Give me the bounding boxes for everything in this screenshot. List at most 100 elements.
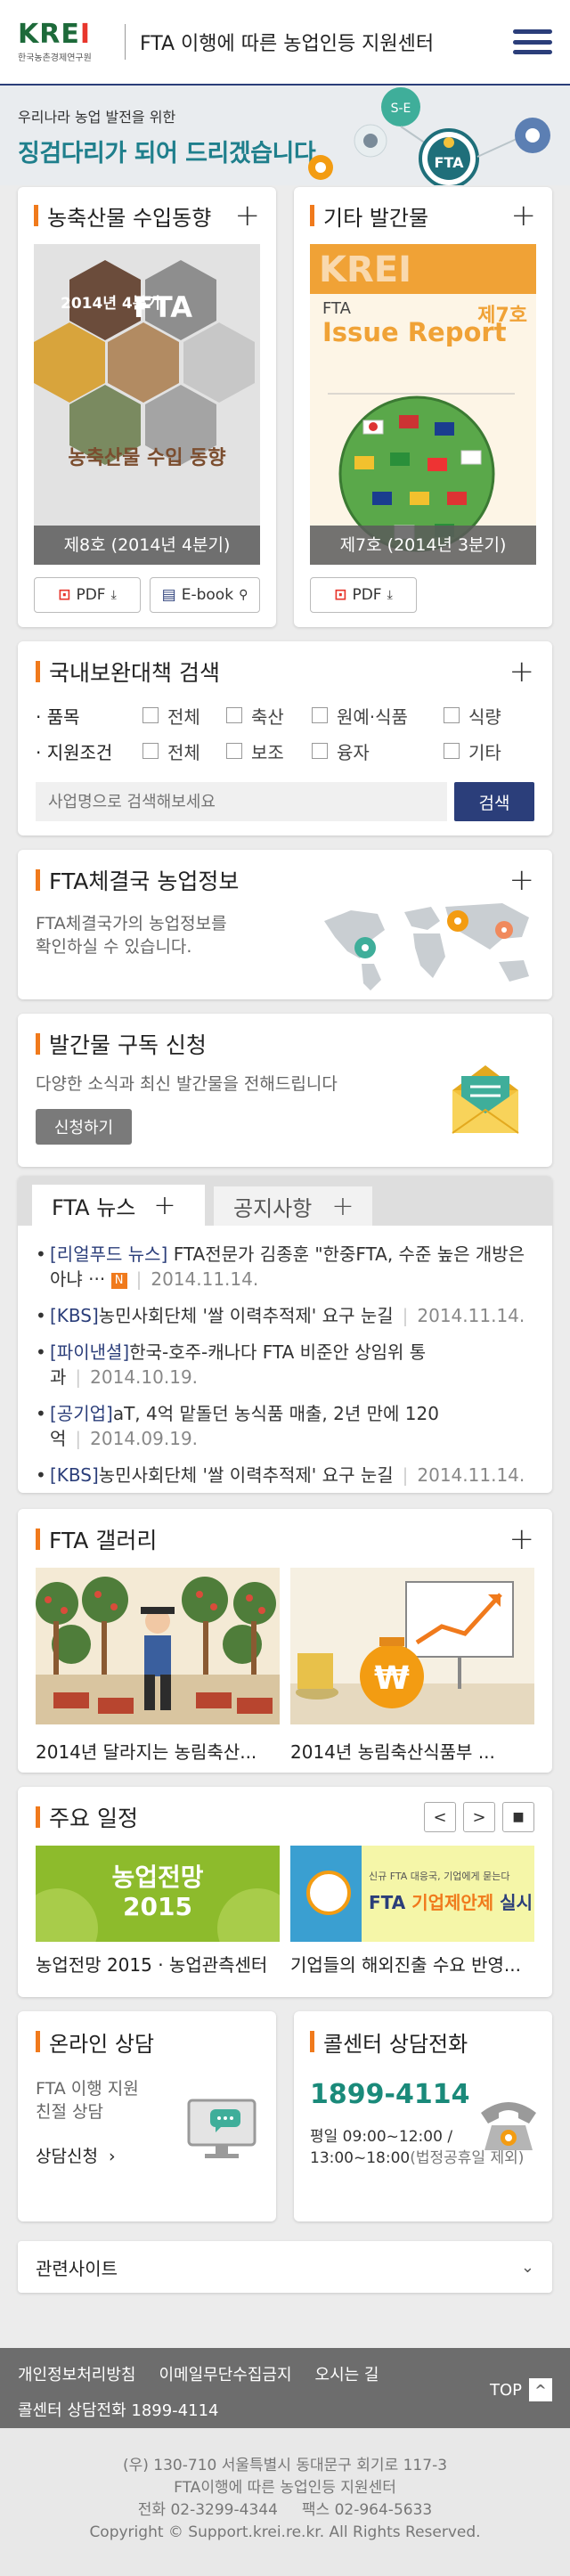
gallery-item[interactable]: 2014년 달라지는 농림축산...: [36, 1568, 280, 1764]
envelope-icon: [452, 1065, 519, 1134]
tab-fta-news[interactable]: FTA 뉴스 +: [32, 1185, 205, 1226]
checkbox[interactable]: [142, 743, 159, 759]
condition-option-subsidy[interactable]: 보조: [226, 738, 312, 764]
schedule-item[interactable]: 농업전망 2015 농업전망 2015 · 농업관측센터: [36, 1846, 280, 1977]
telephone-icon: [481, 2102, 536, 2150]
checkbox[interactable]: [312, 707, 328, 723]
download-icon: ⤓: [110, 588, 117, 602]
cover-issue-report: Issue Report: [322, 317, 507, 347]
news-item[interactable]: [리얼푸드 뉴스] FTA전문가 김종훈 "한중FTA, 수준 높은 개방은 아…: [36, 1242, 534, 1292]
footer-info: (우) 130-710 서울특별시 동대문구 회기로 117-3 FTA이행에 …: [0, 2428, 570, 2576]
arrow-up-icon: ^: [529, 2378, 552, 2401]
monitor-chat-icon: [187, 2099, 256, 2158]
checkbox[interactable]: [226, 743, 242, 759]
new-badge: N: [110, 1272, 127, 1289]
checkbox[interactable]: [444, 707, 460, 723]
related-sites-dropdown[interactable]: 관련사이트 ⌄: [18, 2241, 552, 2293]
pdf-download-button[interactable]: ⊡ PDF ⤓: [34, 577, 141, 613]
plus-icon[interactable]: +: [509, 865, 535, 895]
pdf-download-button[interactable]: ⊡ PDF ⤓: [310, 577, 417, 613]
hamburger-menu-icon[interactable]: [513, 26, 552, 58]
publications-card: 기타 발간물 + KREI 제7호 FTA Issue Report 제7호 (…: [294, 187, 552, 627]
privacy-policy-link[interactable]: 개인정보처리방침: [18, 2362, 135, 2385]
schedule-item[interactable]: 신규 FTA 대응국, 기업에게 묻는다 FTA 기업제안제 실시 기업들의 해…: [290, 1846, 534, 1977]
condition-filter-label: · 지원조건: [36, 741, 113, 763]
schedule-card: 주요 일정 < > ■ 농업전망 2015 농업전망 2015 · 농업관측센터: [18, 1787, 552, 1997]
plus-icon[interactable]: +: [235, 200, 261, 231]
condition-option-etc[interactable]: 기타: [444, 738, 501, 764]
condition-option-all[interactable]: 전체: [142, 738, 226, 764]
news-item[interactable]: [파이낸셜]한국-호주-캐나다 FTA 비준안 상임위 통과|2014.10.1…: [36, 1340, 534, 1390]
hero-decoration-icons: S-E FTA: [308, 87, 550, 185]
site-title: FTA 이행에 따른 농업인등 지원센터: [140, 33, 435, 55]
cover-fta: FTA: [322, 299, 351, 318]
plus-icon[interactable]: +: [509, 656, 535, 687]
chevron-down-icon: ⌄: [520, 2257, 534, 2277]
checkbox[interactable]: [142, 707, 159, 723]
fta-info-title: FTA체결국 농업정보: [49, 868, 240, 894]
world-map-icon: [324, 903, 529, 990]
gallery-caption: 2014년 농림축산식품부 ...: [290, 1741, 495, 1763]
directions-link[interactable]: 오시는 길: [315, 2362, 379, 2385]
item-option-livestock[interactable]: 축산: [226, 703, 312, 729]
page: KREI 한국농촌경제연구원 FTA 이행에 따른 농업인등 지원센터 우리나라…: [0, 0, 570, 2576]
download-icon: ⤓: [387, 588, 393, 602]
chevron-right-icon: ›: [108, 2147, 116, 2166]
online-consult-card: 온라인 상담 FTA 이행 지원 친절 상담 상담신청 ›: [18, 2011, 276, 2221]
item-option-all[interactable]: 전체: [142, 703, 226, 729]
pdf-icon: ⊡: [58, 586, 71, 604]
globe-icon: [306, 1871, 351, 1915]
search-title: 국내보완대책 검색: [49, 660, 220, 686]
related-sites-label: 관련사이트: [36, 2257, 118, 2279]
checkbox[interactable]: [444, 743, 460, 759]
hero-banner: 우리나라 농업 발전을 위한 징검다리가 되어 드리겠습니다. S-E FTA: [0, 86, 570, 185]
book-icon: ▤: [161, 586, 176, 604]
checkbox[interactable]: [312, 743, 328, 759]
plus-icon[interactable]: +: [511, 200, 537, 231]
magnifier-icon: ⚲: [239, 588, 248, 602]
news-item[interactable]: [KBS]농민사회단체 '쌀 이력추적제' 요구 눈길|2014.11.14.: [36, 1303, 534, 1328]
subscribe-button[interactable]: 신청하기: [36, 1109, 132, 1145]
item-filter-label: · 품목: [36, 705, 80, 728]
item-option-horticulture[interactable]: 원예·식품: [312, 703, 444, 729]
plus-icon: +: [153, 1189, 176, 1221]
back-to-top-button[interactable]: TOP ^: [490, 2378, 552, 2401]
plus-icon: +: [331, 1190, 354, 1222]
email-policy-link[interactable]: 이메일무단수집금지: [159, 2362, 291, 2385]
pdf-icon: ⊡: [334, 586, 347, 604]
cover-main-title: 농축산물 수입 동향: [68, 447, 226, 469]
condition-option-loan[interactable]: 융자: [312, 738, 444, 764]
next-arrow-icon[interactable]: >: [463, 1802, 495, 1832]
publications-caption: 제7호 (2014년 3분기): [310, 526, 536, 565]
issue-report-cover[interactable]: KREI 제7호 FTA Issue Report 제7호 (2014년 3분기…: [310, 244, 536, 565]
schedule-title: 주요 일정: [49, 1806, 138, 1831]
tab-notices[interactable]: 공지사항 +: [214, 1186, 372, 1226]
search-button[interactable]: 검색: [454, 782, 534, 821]
footer-org: FTA이행에 따른 농업인등 지원센터: [174, 2479, 396, 2497]
ebook-button[interactable]: ▤ E-book ⚲: [150, 577, 260, 613]
orchard-farmer-thumbnail: [36, 1568, 280, 1724]
news-card: FTA 뉴스 + 공지사항 + [리얼푸드 뉴스] FTA전문가 김종훈 "한중…: [18, 1176, 552, 1493]
stop-icon[interactable]: ■: [502, 1802, 534, 1832]
krei-logo[interactable]: KREI 한국농촌경제연구원: [18, 16, 110, 68]
logo-subtitle: 한국농촌경제연구원: [18, 53, 92, 63]
prev-arrow-icon[interactable]: <: [424, 1802, 456, 1832]
schedule-caption: 기업들의 해외진출 수요 반영...: [290, 1954, 521, 1976]
outlook-banner: 농업전망 2015: [36, 1846, 280, 1942]
fta-country-info-card: FTA체결국 농업정보 + FTA체결국가의 농업정보를 확인하실 수 있습니다…: [18, 850, 552, 999]
item-option-grain[interactable]: 식량: [444, 703, 501, 729]
plus-icon[interactable]: +: [509, 1524, 535, 1554]
footer-address: (우) 130-710 서울특별시 동대문구 회기로 117-3: [122, 2457, 448, 2474]
cover-krei-logo: KREI: [319, 249, 412, 290]
footer-contact: 전화 02-3299-4344 팩스 02-964-5633: [137, 2501, 433, 2519]
svg-text:FTA: FTA: [435, 154, 465, 171]
news-item[interactable]: [공기업]aT, 4억 맡돌던 농식품 매출, 2년 만에 120억|2014.…: [36, 1401, 534, 1451]
search-input[interactable]: [36, 782, 447, 821]
schedule-caption: 농업전망 2015 · 농업관측센터: [36, 1954, 268, 1976]
gallery-card: FTA 갤러리 + 2014년 달라지는 농림축산... ₩ 2014년 농림축…: [18, 1509, 552, 1773]
news-item[interactable]: [KBS]농민사회단체 '쌀 이력추적제' 요구 눈길|2014.11.14.: [36, 1463, 534, 1488]
gallery-item[interactable]: ₩ 2014년 농림축산식품부 ...: [290, 1568, 534, 1764]
checkbox[interactable]: [226, 707, 242, 723]
import-trend-card: 농축산물 수입동향 + 2014년 4분기 FTA 농축산물 수입 동향 제8호…: [18, 187, 276, 627]
import-trend-cover[interactable]: 2014년 4분기 FTA 농축산물 수입 동향 제8호 (2014년 4분기): [34, 244, 260, 565]
